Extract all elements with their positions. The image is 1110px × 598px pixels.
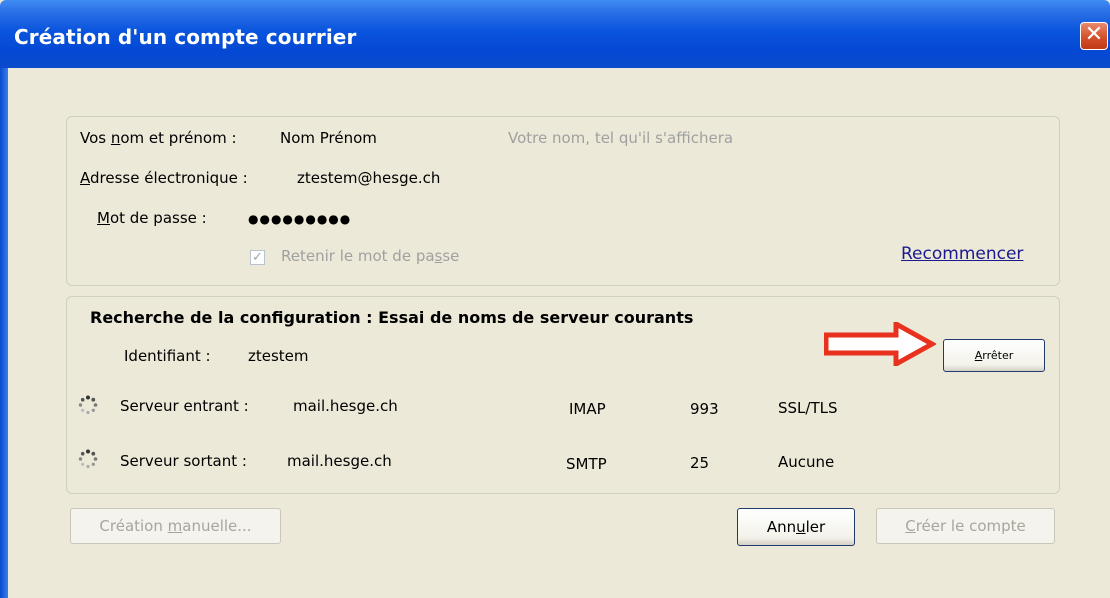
incoming-server-label: Serveur entrant : <box>120 397 249 415</box>
restart-link[interactable]: Recommencer <box>901 244 1023 264</box>
name-field[interactable]: Nom Prénom <box>280 129 377 147</box>
stop-button[interactable]: Arrêter <box>943 339 1045 372</box>
outgoing-server-label: Serveur sortant : <box>120 452 247 470</box>
email-field[interactable]: ztestem@hesge.ch <box>297 169 440 187</box>
close-icon[interactable]: ✕ <box>1080 22 1108 50</box>
window-frame-left <box>0 68 8 598</box>
remember-password-label[interactable]: Retenir le mot de passe <box>281 247 459 265</box>
name-hint: Votre nom, tel qu'il s'affichera <box>508 129 734 147</box>
incoming-server-protocol[interactable]: IMAP <box>569 400 606 418</box>
outgoing-server-host: mail.hesge.ch <box>287 452 392 470</box>
password-label: Mot de passe : <box>97 209 207 227</box>
manual-config-button[interactable]: Création manuelle... <box>70 508 281 544</box>
loading-spinner-icon <box>78 395 98 415</box>
incoming-server-host: mail.hesge.ch <box>293 397 398 415</box>
outgoing-server-port[interactable]: 25 <box>690 454 709 472</box>
identifier-value: ztestem <box>248 347 309 365</box>
title-bar[interactable]: Création d'un compte courrier ✕ <box>0 0 1110 68</box>
dialog-window: Création d'un compte courrier ✕ Vos nom … <box>0 0 1110 598</box>
config-heading: Recherche de la configuration : Essai de… <box>90 308 694 327</box>
password-field[interactable]: ●●●●●●●●● <box>248 212 351 226</box>
incoming-server-security[interactable]: SSL/TLS <box>778 399 838 417</box>
identifier-label: Identifiant : <box>124 347 211 365</box>
email-label: Adresse électronique : <box>80 169 248 187</box>
window-title: Création d'un compte courrier <box>14 25 357 49</box>
remember-password-checkbox[interactable]: ✓ <box>250 250 265 265</box>
red-arrow-icon <box>824 322 936 366</box>
outgoing-server-security[interactable]: Aucune <box>778 453 834 471</box>
create-account-button[interactable]: Créer le compte <box>876 508 1055 544</box>
name-label: Vos nom et prénom : <box>80 129 237 147</box>
incoming-server-port[interactable]: 993 <box>690 400 719 418</box>
cancel-button[interactable]: Annuler <box>737 508 855 546</box>
outgoing-server-protocol[interactable]: SMTP <box>566 455 607 473</box>
loading-spinner-icon <box>78 449 98 469</box>
